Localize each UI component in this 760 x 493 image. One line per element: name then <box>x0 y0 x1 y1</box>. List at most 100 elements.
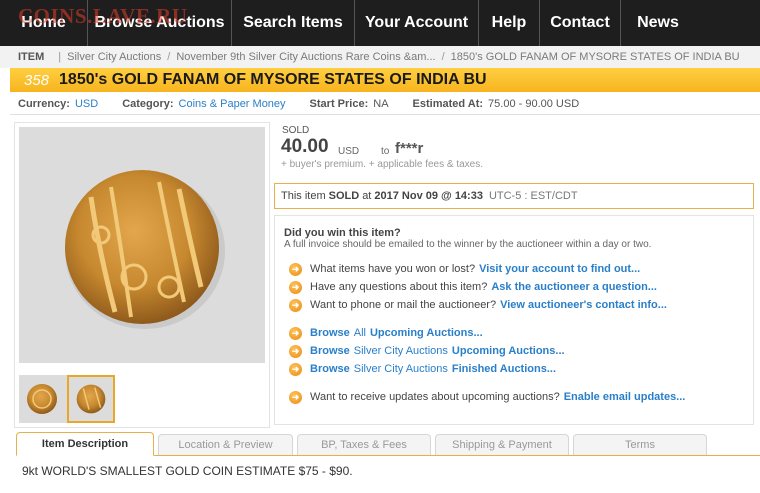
sold-date-box: This item SOLD at 2017 Nov 09 @ 14:33 UT… <box>274 183 754 209</box>
faq-text: Want to receive updates about upcoming a… <box>310 391 560 403</box>
arrow-right-circle-icon: ➜ <box>289 262 302 276</box>
nav-help-label: Help <box>491 14 527 31</box>
tab-shipping-payment[interactable]: Shipping & Payment <box>435 434 569 455</box>
nav-news[interactable]: News <box>621 0 695 46</box>
start-price-value: NA <box>373 98 389 110</box>
browse-kind: Finished Auctions... <box>451 363 557 375</box>
nav-contact[interactable]: Contact <box>540 0 621 46</box>
breadcrumb-separator: | <box>58 51 62 63</box>
win-question: Did you win this item? <box>284 227 401 239</box>
visit-account-link[interactable]: Visit your account to find out... <box>479 263 640 275</box>
breadcrumb-separator: / <box>441 51 445 63</box>
breadcrumb-label: ITEM <box>18 51 45 63</box>
currency-link[interactable]: USD <box>75 98 98 110</box>
faq-row-contact: ➜ Want to phone or mail the auctioneer? … <box>289 298 667 312</box>
nav-search-items-label: Search Items <box>243 14 343 31</box>
nav-help[interactable]: Help <box>479 0 540 46</box>
browse-auctioneer-upcoming[interactable]: ➜ Browse Silver City Auctions Upcoming A… <box>289 344 565 358</box>
thumbnail-obverse[interactable] <box>19 375 67 423</box>
estimate-label: Estimated At: <box>412 98 484 110</box>
browse-kind: Upcoming Auctions... <box>451 345 565 357</box>
lot-title-bar: 358 1850's GOLD FANAM OF MYSORE STATES O… <box>10 68 760 92</box>
nav-your-account-label: Your Account <box>364 14 469 31</box>
nav-home-label: Home <box>21 14 66 31</box>
faq-row-updates: ➜ Want to receive updates about upcoming… <box>289 390 685 404</box>
divider <box>10 114 760 115</box>
faq-row-account: ➜ What items have you won or lost? Visit… <box>289 262 640 276</box>
category-label: Category: <box>122 98 174 110</box>
tab-label: Location & Preview <box>178 439 273 451</box>
thumbnail-coin <box>20 376 66 422</box>
browse-auctioneer-finished[interactable]: ➜ Browse Silver City Auctions Finished A… <box>289 362 556 376</box>
tab-bp-taxes-fees[interactable]: BP, Taxes & Fees <box>297 434 431 455</box>
tab-item-description[interactable]: Item Description <box>16 432 154 456</box>
sold-currency: USD <box>338 146 360 157</box>
browse-word: Browse <box>310 363 350 375</box>
tab-label: Item Description <box>41 438 129 450</box>
nav-contact-label: Contact <box>550 14 610 31</box>
faq-text: Have any questions about this item? <box>310 281 488 293</box>
item-info-row: Currency: USD Category: Coins & Paper Mo… <box>18 96 603 112</box>
sold-status: SOLD <box>282 125 310 136</box>
breadcrumb-link-auction[interactable]: November 9th Silver City Auctions Rare C… <box>176 51 435 63</box>
sold-price-box: SOLD 40.00 USD to f***r + buyer's premiu… <box>274 122 754 178</box>
tab-label: Shipping & Payment <box>452 439 552 451</box>
contact-info-link[interactable]: View auctioneer's contact info... <box>500 299 667 311</box>
sold-date: 2017 Nov 09 @ 14:33 <box>374 190 483 202</box>
nav-browse-auctions-label: Browse Auctions <box>94 14 225 31</box>
category-link[interactable]: Coins & Paper Money <box>179 98 286 110</box>
item-description-text: 9kt WORLD'S SMALLEST GOLD COIN ESTIMATE … <box>22 464 353 478</box>
nav-news-label: News <box>637 14 679 31</box>
thumbnail-coin <box>69 377 113 421</box>
estimate-value: 75.00 - 90.00 USD <box>488 98 580 110</box>
ask-question-link[interactable]: Ask the auctioneer a question... <box>491 281 657 293</box>
faq-row-question: ➜ Have any questions about this item? As… <box>289 280 657 294</box>
fees-note: + buyer's premium. + applicable fees & t… <box>281 159 484 170</box>
nav-search-items[interactable]: Search Items <box>232 0 355 46</box>
tab-label: BP, Taxes & Fees <box>321 439 407 451</box>
tab-location-preview[interactable]: Location & Preview <box>158 434 293 455</box>
lot-number: 358 <box>24 71 50 89</box>
item-tabs: Location & Preview BP, Taxes & Fees Ship… <box>16 432 760 456</box>
arrow-right-circle-icon: ➜ <box>289 390 302 404</box>
sold-prefix: This item <box>281 190 326 202</box>
help-box: Did you win this item? A full invoice sh… <box>274 215 754 425</box>
enable-email-updates-link[interactable]: Enable email updates... <box>564 391 686 403</box>
arrow-right-circle-icon: ➜ <box>289 298 302 312</box>
sold-to-label: to <box>381 146 390 157</box>
nav-browse-auctions[interactable]: Browse Auctions <box>88 0 232 46</box>
main-coin-image[interactable] <box>19 127 265 363</box>
breadcrumb-current-item: 1850's GOLD FANAM OF MYSORE STATES OF IN… <box>450 51 740 63</box>
tab-label: Terms <box>625 439 655 451</box>
browse-scope: All <box>353 327 366 339</box>
browse-word: Browse <box>310 327 350 339</box>
breadcrumb-separator: / <box>167 51 171 63</box>
lot-title: 1850's GOLD FANAM OF MYSORE STATES OF IN… <box>59 71 487 88</box>
faq-text: Want to phone or mail the auctioneer? <box>310 299 497 311</box>
faq-text: What items have you won or lost? <box>310 263 476 275</box>
currency-label: Currency: <box>18 98 70 110</box>
win-answer: A full invoice should be emailed to the … <box>284 239 652 250</box>
arrow-right-circle-icon: ➜ <box>289 280 302 294</box>
coin-photo <box>19 127 265 363</box>
sold-timezone: UTC-5 : EST/CDT <box>488 190 578 202</box>
breadcrumb-link-auctioneer[interactable]: Silver City Auctions <box>67 51 161 63</box>
sold-word: SOLD <box>328 190 360 202</box>
arrow-right-circle-icon: ➜ <box>289 362 302 376</box>
nav-home[interactable]: Home <box>0 0 88 46</box>
arrow-right-circle-icon: ➜ <box>289 326 302 340</box>
browse-scope: Silver City Auctions <box>353 345 448 357</box>
tab-terms[interactable]: Terms <box>573 434 707 455</box>
start-price-label: Start Price: <box>309 98 369 110</box>
browse-kind: Upcoming Auctions... <box>369 327 483 339</box>
sold-at: at <box>362 190 372 202</box>
thumbnail-reverse[interactable] <box>67 375 115 423</box>
nav-your-account[interactable]: Your Account <box>355 0 479 46</box>
browse-scope: Silver City Auctions <box>353 363 448 375</box>
image-panel <box>14 122 270 428</box>
browse-word: Browse <box>310 345 350 357</box>
top-nav: Home Browse Auctions Search Items Your A… <box>0 0 760 46</box>
browse-all-upcoming[interactable]: ➜ Browse All Upcoming Auctions... <box>289 326 483 340</box>
sold-price: 40.00 <box>281 136 329 157</box>
buyer-name: f***r <box>395 140 424 157</box>
